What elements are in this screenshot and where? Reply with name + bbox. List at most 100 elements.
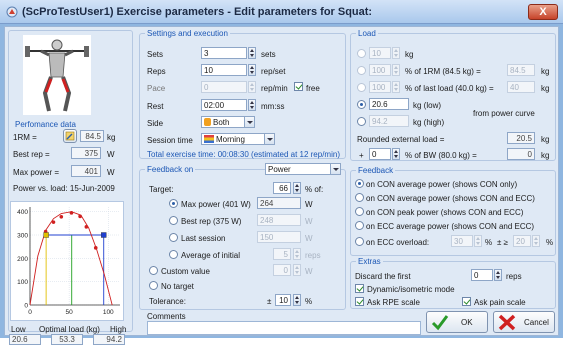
load-fixed-spinner[interactable] <box>392 47 400 59</box>
session-time-icon <box>204 135 214 143</box>
bw-percent-input[interactable]: 0 <box>369 148 391 160</box>
pace-input[interactable]: 0 <box>201 81 247 93</box>
close-button[interactable]: X <box>528 4 558 20</box>
load-last-spinner[interactable] <box>392 81 400 93</box>
feedback-con-avg-both-radio[interactable] <box>355 193 364 202</box>
target-max-power-radio[interactable] <box>169 199 178 208</box>
load-last-input[interactable]: 100 <box>369 81 391 93</box>
target-max-power-unit: W <box>305 200 313 209</box>
window-title: (ScProTestUser1) Exercise parameters - E… <box>22 6 373 18</box>
reps-input[interactable]: 10 <box>201 64 247 76</box>
max-power-label: Max power = <box>13 168 60 177</box>
load-low-radio[interactable] <box>357 100 366 109</box>
ok-button[interactable]: OK <box>426 311 488 333</box>
load-last-result-unit: kg <box>541 84 550 93</box>
side-select[interactable]: Both <box>201 116 255 128</box>
max-power-value: 401 <box>71 165 101 177</box>
pace-free-checkbox[interactable] <box>294 82 303 91</box>
feedback-con-avg-only-label: on CON average power (shows CON only) <box>366 180 518 189</box>
x-tick-label: 100 <box>103 309 114 316</box>
load-last-result: 40 <box>507 81 535 93</box>
session-time-select[interactable]: Morning <box>201 133 275 145</box>
pace-spinner[interactable] <box>248 81 256 93</box>
load-last-unit: % of last load (40.0 kg) = <box>405 84 494 93</box>
load-high-input[interactable]: 94.2 <box>369 115 409 127</box>
reps-spinner[interactable] <box>248 64 256 76</box>
load-marker <box>43 232 49 238</box>
sets-label: Sets <box>147 50 164 59</box>
load-1rm-radio[interactable] <box>357 66 366 75</box>
target-average-initial-radio[interactable] <box>169 250 178 259</box>
no-target-label: No target <box>161 282 194 291</box>
bw-result-unit: kg <box>541 151 550 160</box>
edit-1rm-button[interactable] <box>63 129 77 143</box>
power-load-chart: 01002003004000 50 100 <box>17 207 120 316</box>
target-best-rep-radio[interactable] <box>169 216 178 225</box>
tolerance-spinner[interactable] <box>293 294 301 306</box>
feedback-ecc-avg-radio[interactable] <box>355 221 364 230</box>
target-label: Target: <box>149 185 174 194</box>
ecc-overload-input[interactable]: 30 <box>451 235 473 247</box>
data-point <box>69 211 74 215</box>
custom-value-radio[interactable] <box>149 266 158 275</box>
ecc-overload-tol-input[interactable]: 20 <box>513 235 531 247</box>
chevron-down-icon <box>244 117 254 127</box>
performance-header: Perfomance data <box>13 120 78 129</box>
average-initial-spinner[interactable] <box>293 248 301 260</box>
reps-unit: rep/set <box>261 67 286 76</box>
ecc-overload-spinner[interactable] <box>474 235 482 247</box>
rest-spinner[interactable] <box>248 99 256 111</box>
feedback-con-avg-only-radio[interactable] <box>355 179 364 188</box>
rounded-load-label: Rounded external load = <box>357 135 445 144</box>
ecc-overload-tol-spinner[interactable] <box>532 235 540 247</box>
load-1rm-input[interactable]: 100 <box>369 64 391 76</box>
tolerance-pm: ± <box>267 297 272 306</box>
sets-input[interactable]: 3 <box>201 47 247 59</box>
ask-rpe-checkbox[interactable] <box>355 297 364 306</box>
data-point <box>84 225 89 229</box>
feedback-ecc-overload-radio[interactable] <box>355 237 364 246</box>
feedback-con-peak-radio[interactable] <box>355 207 364 216</box>
bw-percent-spinner[interactable] <box>392 148 400 160</box>
discard-label: Discard the first <box>355 272 411 281</box>
load-low-input[interactable]: 20.6 <box>369 98 409 110</box>
high-label: High <box>110 325 127 334</box>
discard-input[interactable]: 0 <box>471 269 493 281</box>
feedback-on-select[interactable]: Power <box>265 163 341 175</box>
ask-pain-checkbox[interactable] <box>462 297 471 306</box>
target-average-initial-label: Average of initial <box>181 251 240 260</box>
target-unit: % of: <box>305 185 324 194</box>
cancel-button[interactable]: Cancel <box>493 311 555 333</box>
load-1rm-spinner[interactable] <box>392 64 400 76</box>
one-rm-label: 1RM = <box>13 133 37 142</box>
sets-unit: sets <box>261 50 276 59</box>
target-spinner[interactable] <box>293 182 301 194</box>
check-icon <box>431 315 449 331</box>
y-tick-label: 200 <box>17 256 28 263</box>
load-high-radio[interactable] <box>357 117 366 126</box>
optimal-value: 53.3 <box>51 334 83 345</box>
app-icon <box>6 6 18 18</box>
target-input[interactable]: 66 <box>273 182 291 194</box>
rest-input[interactable]: 02:00 <box>201 99 247 111</box>
custom-value-input[interactable]: 0 <box>273 264 291 276</box>
dynamic-mode-checkbox[interactable] <box>355 284 364 293</box>
load-fixed-input[interactable]: 10 <box>369 47 391 59</box>
ecc-overload-unit: % <box>485 238 493 247</box>
side-value: Both <box>213 118 230 127</box>
settings-header: Settings and execution <box>145 29 230 38</box>
tolerance-input[interactable]: 10 <box>275 294 291 306</box>
optimal-load-label: Optimal load (kg) <box>39 325 100 334</box>
target-last-session-radio[interactable] <box>169 233 178 242</box>
discard-spinner[interactable] <box>494 269 502 281</box>
comments-textarea[interactable] <box>147 321 421 335</box>
no-target-radio[interactable] <box>149 281 158 290</box>
dynamic-mode-label: Dynamic/isometric mode <box>367 285 455 294</box>
custom-value-spinner[interactable] <box>293 264 301 276</box>
load-last-radio[interactable] <box>357 83 366 92</box>
load-fixed-radio[interactable] <box>357 49 366 58</box>
sets-spinner[interactable] <box>248 47 256 59</box>
side-footprint-icon <box>204 118 211 126</box>
load-header: Load <box>356 29 378 38</box>
target-average-initial-value[interactable]: 5 <box>273 248 291 260</box>
